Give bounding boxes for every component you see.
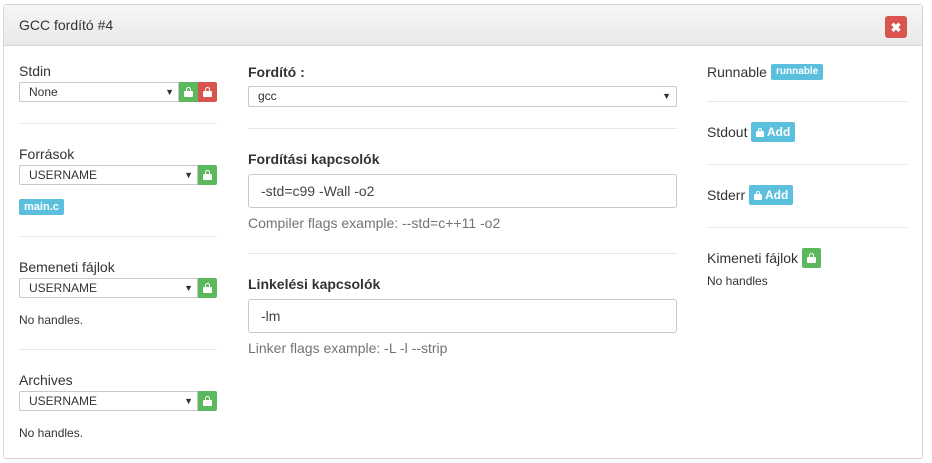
stdout-label: Stdout: [707, 124, 748, 140]
caret-down-icon: ▼: [662, 91, 671, 101]
compile-flags-help: Compiler flags example: --std=c++11 -o2: [248, 215, 501, 231]
stdin-select[interactable]: None ▼: [19, 82, 179, 102]
input-files-empty-text: No handles.: [19, 313, 84, 327]
sources-label: Források: [19, 146, 75, 162]
lock-icon: [184, 87, 193, 97]
lock-icon: [756, 127, 764, 137]
archives-lock-button[interactable]: [198, 391, 217, 411]
panel-header: GCC fordító #4 ✖: [4, 5, 922, 46]
lock-icon: [203, 396, 212, 406]
link-flags-value: -lm: [261, 308, 281, 324]
divider: [19, 349, 217, 350]
divider: [707, 101, 907, 102]
link-flags-input[interactable]: -lm: [248, 299, 677, 333]
divider: [248, 253, 677, 254]
input-files-lock-button[interactable]: [198, 278, 217, 298]
compiler-select-value: gcc: [258, 89, 277, 103]
input-files-select-value: USERNAME: [29, 281, 98, 295]
output-files-label: Kimeneti fájlok: [707, 250, 799, 266]
runnable-badge: runnable: [771, 64, 824, 80]
divider: [707, 227, 907, 228]
caret-down-icon: ▼: [184, 283, 193, 293]
compiler-label: Fordító :: [248, 64, 305, 80]
stderr-add-label: Add: [765, 188, 789, 202]
archives-select[interactable]: USERNAME ▼: [19, 391, 198, 411]
sources-lock-button[interactable]: [198, 165, 217, 185]
link-flags-label: Linkelési kapcsolók: [248, 276, 381, 292]
panel-title: GCC fordító #4: [19, 17, 114, 33]
stdin-lock-danger-button[interactable]: [198, 82, 217, 102]
stdin-label: Stdin: [19, 63, 51, 79]
stdout-add-button[interactable]: Add: [751, 122, 796, 142]
source-file-badge[interactable]: main.c: [19, 199, 64, 215]
stderr-add-button[interactable]: Add: [749, 185, 794, 205]
lock-icon: [807, 253, 816, 263]
input-files-label: Bemeneti fájlok: [19, 259, 115, 275]
caret-down-icon: ▼: [165, 87, 174, 97]
archives-empty-text: No handles.: [19, 426, 84, 440]
stderr-label: Stderr: [707, 187, 746, 203]
lock-icon: [754, 190, 762, 200]
lock-icon: [203, 87, 212, 97]
divider: [19, 236, 217, 237]
close-button[interactable]: ✖: [885, 16, 907, 38]
output-files-lock-button[interactable]: [802, 248, 821, 268]
divider: [19, 123, 217, 124]
compile-flags-value: -std=c99 -Wall -o2: [261, 183, 375, 199]
compile-flags-input[interactable]: -std=c99 -Wall -o2: [248, 174, 677, 208]
link-flags-help: Linker flags example: -L -l --strip: [248, 340, 448, 356]
sources-select[interactable]: USERNAME ▼: [19, 165, 198, 185]
times-icon: ✖: [890, 19, 902, 35]
compile-flags-label: Fordítási kapcsolók: [248, 151, 380, 167]
caret-down-icon: ▼: [184, 170, 193, 180]
runnable-label: Runnable: [707, 64, 767, 80]
stdin-lock-button[interactable]: [179, 82, 198, 102]
divider: [248, 128, 677, 129]
archives-select-value: USERNAME: [29, 394, 98, 408]
output-files-empty-text: No handles: [707, 274, 768, 288]
compiler-select[interactable]: gcc ▼: [248, 86, 677, 107]
lock-icon: [203, 283, 212, 293]
stdout-add-label: Add: [767, 125, 791, 139]
caret-down-icon: ▼: [184, 396, 193, 406]
sources-select-value: USERNAME: [29, 168, 98, 182]
lock-icon: [203, 170, 212, 180]
divider: [707, 164, 907, 165]
input-files-select[interactable]: USERNAME ▼: [19, 278, 198, 298]
archives-label: Archives: [19, 372, 73, 388]
stdin-select-value: None: [29, 85, 58, 99]
